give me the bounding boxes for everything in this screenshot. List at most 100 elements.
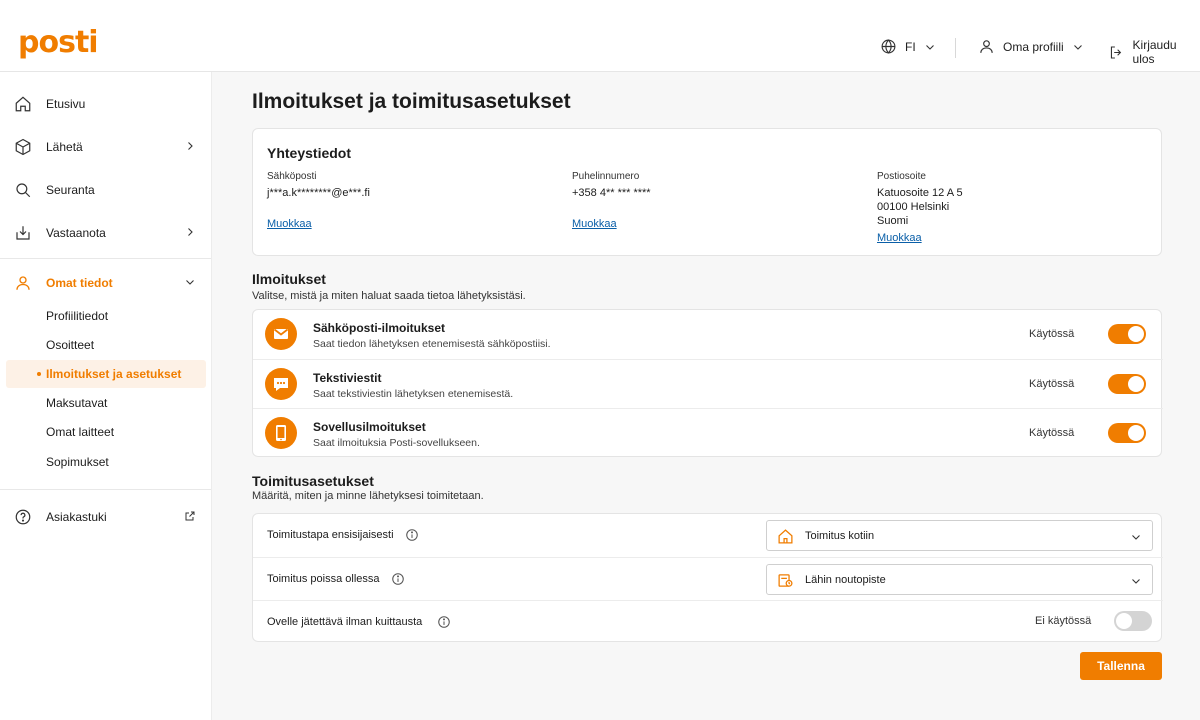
notification-title: Sovellusilmoitukset: [313, 420, 426, 434]
chevron-down-icon: [1073, 44, 1082, 50]
help-icon: [15, 509, 31, 525]
main-content: Ilmoitukset ja toimitusasetukset Yhteyst…: [212, 72, 1200, 720]
user-icon: [980, 40, 993, 53]
logout-button[interactable]: Kirjaudu ulos: [1108, 38, 1200, 66]
info-icon[interactable]: [391, 572, 405, 586]
chevron-right-icon: [188, 228, 193, 236]
delivery-description: Määritä, miten ja minne lähetyksesi toim…: [252, 490, 484, 502]
profile-menu[interactable]: Oma profiili: [978, 38, 1084, 55]
info-icon[interactable]: [405, 528, 419, 542]
notification-description: Saat tekstiviestin lähetyksen etenemises…: [313, 388, 514, 400]
chat-icon: [265, 368, 297, 400]
toggle-knob: [1116, 613, 1132, 629]
top-header: posti FI Oma profiili Kirjaudu ulos: [0, 0, 1200, 72]
chevron-right-icon: [188, 142, 193, 150]
language-label: FI: [905, 39, 916, 54]
info-icon[interactable]: [437, 615, 451, 629]
select-value: Lähin noutopiste: [805, 574, 886, 586]
address-line1: Katuosoite 12 A 5: [877, 187, 963, 199]
app-notifications-toggle[interactable]: [1108, 423, 1146, 443]
sidebar-subitem-omat-laitteet[interactable]: Omat laitteet: [6, 418, 206, 446]
sidebar-item-label: Lähetä: [46, 140, 83, 154]
globe-icon: [881, 39, 896, 54]
contact-card: Yhteystiedot Sähköposti j***a.k********@…: [252, 128, 1162, 256]
delivery-card: Toimitustapa ensisijaisesti Toimitus kot…: [252, 513, 1163, 642]
receive-icon: [16, 226, 30, 240]
email-label: Sähköposti: [267, 171, 317, 182]
sms-notifications-toggle[interactable]: [1108, 374, 1146, 394]
delivery-row-label: Toimitustapa ensisijaisesti: [267, 529, 394, 541]
notification-row-sms: Tekstiviestit Saat tekstiviestin lähetyk…: [253, 359, 1163, 407]
user-icon: [16, 276, 30, 290]
notification-row-email: Sähköposti-ilmoitukset Saat tiedon lähet…: [253, 310, 1163, 358]
package-icon: [15, 138, 31, 156]
sidebar-subitem-ilmoitukset[interactable]: Ilmoitukset ja asetukset: [6, 360, 206, 388]
sidebar-item-label: Seuranta: [46, 183, 95, 197]
primary-delivery-select[interactable]: Toimitus kotiin: [766, 520, 1153, 551]
mail-icon: [265, 318, 297, 350]
sidebar-item-etusivu[interactable]: Etusivu: [0, 86, 211, 122]
edit-address-link[interactable]: Muokkaa: [877, 232, 922, 244]
edit-email-link[interactable]: Muokkaa: [267, 218, 312, 230]
delivery-row-label: Ovelle jätettävä ilman kuittausta: [267, 616, 423, 628]
toggle-knob: [1128, 425, 1144, 441]
sidebar-item-label: Asiakastuki: [46, 510, 107, 524]
sidebar-subitem-label: Maksutavat: [46, 396, 108, 410]
chevron-down-icon: [1132, 579, 1140, 584]
sidebar-subitem-profiilitiedot[interactable]: Profiilitiedot: [6, 302, 206, 330]
sidebar-divider: [0, 489, 211, 490]
toggle-knob: [1128, 326, 1144, 342]
sidebar-item-label: Omat tiedot: [46, 276, 113, 290]
logout-icon: [1110, 45, 1122, 59]
select-value: Toimitus kotiin: [805, 530, 875, 542]
page-title: Ilmoitukset ja toimitusasetukset: [252, 90, 571, 113]
delivery-title: Toimitusasetukset: [252, 473, 374, 489]
sidebar-item-seuranta[interactable]: Seuranta: [0, 172, 211, 208]
address-line2: 00100 Helsinki: [877, 201, 950, 213]
save-button[interactable]: Tallenna: [1080, 652, 1162, 680]
sidebar-item-label: Etusivu: [46, 97, 86, 111]
delivery-row-primary: Toimitustapa ensisijaisesti Toimitus kot…: [253, 514, 1163, 557]
sidebar-divider: [0, 258, 211, 259]
sidebar-item-laheta[interactable]: Lähetä: [0, 129, 211, 165]
posti-logo[interactable]: posti: [18, 28, 99, 58]
language-selector[interactable]: FI: [880, 38, 936, 55]
sidebar-item-vastaanota[interactable]: Vastaanota: [0, 215, 211, 251]
door-delivery-status: Ei käytössä: [1035, 615, 1092, 627]
delivery-row-absent: Toimitus poissa ollessa Lähin noutopiste: [253, 557, 1163, 600]
search-icon: [16, 183, 31, 198]
notifications-description: Valitse, mistä ja miten haluat saada tie…: [252, 290, 526, 302]
active-indicator-dot: [37, 372, 41, 376]
absent-delivery-select[interactable]: Lähin noutopiste: [766, 564, 1153, 595]
email-value: j***a.k********@e***.fi: [267, 187, 370, 199]
logout-label: Kirjaudu ulos: [1132, 38, 1177, 66]
edit-phone-link[interactable]: Muokkaa: [572, 218, 617, 230]
chevron-down-icon: [1132, 535, 1140, 540]
profile-label: Oma profiili: [1003, 39, 1064, 54]
chevron-down-icon: [186, 280, 194, 285]
notification-description: Saat tiedon lähetyksen etenemisestä sähk…: [313, 338, 551, 350]
notifications-card: Sähköposti-ilmoitukset Saat tiedon lähet…: [252, 309, 1163, 457]
toggle-knob: [1128, 376, 1144, 392]
phone-icon: [265, 417, 297, 449]
sidebar-subitem-osoitteet[interactable]: Osoitteet: [6, 331, 206, 359]
sidebar-item-asiakastuki[interactable]: Asiakastuki: [0, 499, 211, 535]
header-divider: [955, 38, 956, 58]
sidebar-subitem-label: Sopimukset: [46, 455, 109, 469]
door-delivery-toggle[interactable]: [1114, 611, 1152, 631]
phone-label: Puhelinnumero: [572, 171, 640, 182]
notification-description: Saat ilmoituksia Posti-sovellukseen.: [313, 437, 480, 449]
notification-status: Käytössä: [1029, 378, 1075, 390]
address-line3: Suomi: [877, 215, 909, 227]
email-notifications-toggle[interactable]: [1108, 324, 1146, 344]
pickup-point-icon: [778, 574, 793, 587]
external-link-icon: [185, 511, 195, 521]
delivery-row-label: Toimitus poissa ollessa: [267, 573, 380, 585]
address-label: Postiosoite: [877, 171, 926, 182]
notification-status: Käytössä: [1029, 328, 1075, 340]
sidebar-subitem-sopimukset[interactable]: Sopimukset: [6, 448, 206, 476]
sidebar-subitem-label: Omat laitteet: [46, 425, 115, 439]
sidebar-subitem-maksutavat[interactable]: Maksutavat: [6, 389, 206, 417]
contact-card-title: Yhteystiedot: [267, 145, 352, 161]
sidebar-item-omat-tiedot[interactable]: Omat tiedot: [0, 265, 211, 301]
